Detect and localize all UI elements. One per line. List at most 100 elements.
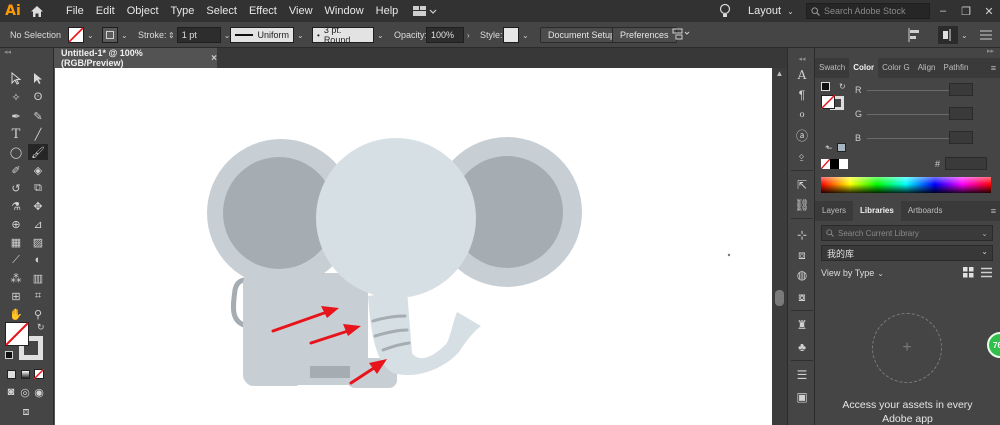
artboard-tool-icon[interactable]: ⊞ <box>6 288 26 304</box>
symbols-panel-icon[interactable]: ♣ <box>792 338 812 356</box>
color-mode-icon[interactable] <box>4 366 18 382</box>
tab-layers[interactable]: Layers <box>815 201 853 221</box>
eyedropper-tool-icon[interactable]: ⟋ <box>6 252 26 268</box>
lightbulb-icon[interactable] <box>718 3 732 19</box>
stroke-label[interactable]: Stroke: <box>138 22 167 48</box>
tab-swatches[interactable]: Swatch <box>815 58 849 78</box>
menu-view[interactable]: View <box>283 0 319 22</box>
preferences-button[interactable]: Preferences <box>612 27 677 43</box>
search-adobe-stock-input[interactable]: Search Adobe Stock <box>806 3 930 19</box>
gradient-tool-icon[interactable]: ▨ <box>28 234 48 250</box>
brush-definition[interactable]: • 3 pt. Round ⌄ <box>312 22 384 48</box>
restore-button[interactable]: ❐ <box>955 0 977 22</box>
tab-libraries[interactable]: Libraries <box>853 201 901 221</box>
zoom-tool-icon[interactable]: ⚲ <box>28 306 48 322</box>
paintbrush-tool-icon[interactable]: 🖌 <box>28 144 48 160</box>
fill-swatch[interactable] <box>68 27 84 43</box>
appearance-panel-icon[interactable]: ◍ <box>792 266 812 284</box>
gradient-mode-icon[interactable] <box>18 366 32 382</box>
g-value-field[interactable] <box>949 107 973 120</box>
panel-menu-icon[interactable]: ≡ <box>991 201 996 221</box>
tab-artboards[interactable]: Artboards <box>901 201 950 221</box>
character-styles-icon[interactable]: ⍚ <box>792 146 812 164</box>
arrange-documents-button[interactable] <box>412 0 448 22</box>
ellipse-tool-icon[interactable]: ◯ <box>6 144 26 160</box>
list-view-icon[interactable] <box>981 267 992 281</box>
home-icon[interactable] <box>26 0 48 22</box>
panel-collapse-icon[interactable]: ▸▸ <box>815 48 1000 58</box>
r-value-field[interactable] <box>949 83 973 96</box>
graphic-style-control[interactable]: ⌄ <box>503 22 529 48</box>
column-graph-tool-icon[interactable]: ▥ <box>28 270 48 286</box>
transform-panel-button[interactable]: ⌄ <box>938 22 968 48</box>
slider-g[interactable]: G <box>855 108 955 120</box>
stroke-panel-icon[interactable]: ☰ <box>792 366 812 384</box>
stroke-swatch[interactable] <box>102 27 118 43</box>
draw-inside-icon[interactable]: ◉ <box>32 384 46 400</box>
close-tab-icon[interactable]: × <box>211 53 217 64</box>
quick-swatches[interactable] <box>821 159 849 169</box>
menu-object[interactable]: Object <box>121 0 165 22</box>
fill-indicator[interactable] <box>5 322 29 346</box>
graphic-style-swatch[interactable] <box>503 27 519 43</box>
blend-tool-icon[interactable]: ◐ <box>28 252 48 268</box>
slice-tool-icon[interactable]: ⌗ <box>28 288 48 304</box>
gradient-panel-icon[interactable]: ▣ <box>792 388 812 406</box>
align-icon[interactable] <box>908 22 924 48</box>
symbol-sprayer-tool-icon[interactable]: ⁂ <box>6 270 26 286</box>
hand-tool-icon[interactable]: ✋ <box>6 306 26 322</box>
screen-mode-icon[interactable]: ⧈ <box>16 404 36 420</box>
stroke-weight-control[interactable]: ⇕ 1 pt ⌄ <box>168 22 230 48</box>
fill-stroke-widget[interactable]: ↻ <box>5 322 45 362</box>
menu-type[interactable]: Type <box>165 0 201 22</box>
draw-normal-icon[interactable]: ◙ <box>4 384 18 400</box>
panel-collapse-icon[interactable]: ◂◂ <box>0 48 54 58</box>
pen-tool-icon[interactable]: ✒ <box>6 108 26 124</box>
panel-menu-icon[interactable]: ≡ <box>991 58 996 78</box>
artboard[interactable] <box>55 68 772 425</box>
menu-help[interactable]: Help <box>370 0 405 22</box>
scale-tool-icon[interactable]: ⧉ <box>28 180 48 196</box>
brushes-panel-icon[interactable]: ♜ <box>792 316 812 334</box>
library-select[interactable]: 我的库 ⌄ <box>821 245 993 261</box>
pathfinder-panel-icon[interactable]: ⧈ <box>792 246 812 264</box>
scroll-thumb[interactable] <box>775 290 784 306</box>
selection-tool-icon[interactable] <box>6 70 26 86</box>
tab-pathfinder[interactable]: Pathfin <box>939 58 972 78</box>
variable-width-profile[interactable]: Uniform ⌄ <box>230 22 304 48</box>
tab-color-guide[interactable]: Color G <box>878 58 914 78</box>
slider-r[interactable]: R <box>855 84 955 96</box>
add-content-button[interactable]: + <box>872 313 942 383</box>
grid-view-icon[interactable] <box>963 267 974 281</box>
character-panel-icon[interactable]: A <box>792 66 812 84</box>
menu-edit[interactable]: Edit <box>90 0 121 22</box>
magic-wand-tool-icon[interactable]: ✧ <box>6 89 26 105</box>
stepper-icon[interactable]: ⇕ <box>168 31 175 40</box>
b-value-field[interactable] <box>949 131 973 144</box>
close-window-button[interactable]: ✕ <box>978 0 1000 22</box>
elephant-artwork[interactable] <box>55 68 772 425</box>
free-transform-tool-icon[interactable]: ✥ <box>28 198 48 214</box>
menu-file[interactable]: File <box>60 0 90 22</box>
canvas-area[interactable] <box>55 68 772 425</box>
lasso-tool-icon[interactable]: ʘ <box>28 89 48 105</box>
links-panel-icon[interactable]: ⛓ <box>792 196 812 214</box>
type-tool-icon[interactable]: T <box>6 126 26 142</box>
none-mode-icon[interactable] <box>32 366 46 382</box>
slider-b[interactable]: B <box>855 132 955 144</box>
color-fill-stroke[interactable]: ↻ <box>821 82 846 110</box>
color-spectrum[interactable] <box>821 177 991 193</box>
swap-fill-stroke-icon[interactable]: ↻ <box>37 322 45 333</box>
document-tab[interactable]: Untitled-1* @ 100% (RGB/Preview) × <box>55 48 217 68</box>
workspace-dropdown[interactable]: Layout ⌄ <box>748 0 794 22</box>
opentype-panel-icon[interactable]: ℴ <box>792 104 812 122</box>
graphic-styles-icon[interactable]: ⧇ <box>792 288 812 306</box>
mesh-tool-icon[interactable]: ▦ <box>6 234 26 250</box>
library-search-input[interactable]: Search Current Library ⌄ <box>821 225 993 241</box>
vertical-scrollbar[interactable]: ▲ <box>772 68 787 425</box>
perspective-grid-tool-icon[interactable]: ⊿ <box>28 216 48 232</box>
menu-effect[interactable]: Effect <box>243 0 283 22</box>
glyphs-panel-icon[interactable]: ⓐ <box>792 126 812 144</box>
line-tool-icon[interactable]: ╱ <box>28 126 48 142</box>
stroke-swatch-control[interactable]: ⌄ <box>102 22 128 48</box>
